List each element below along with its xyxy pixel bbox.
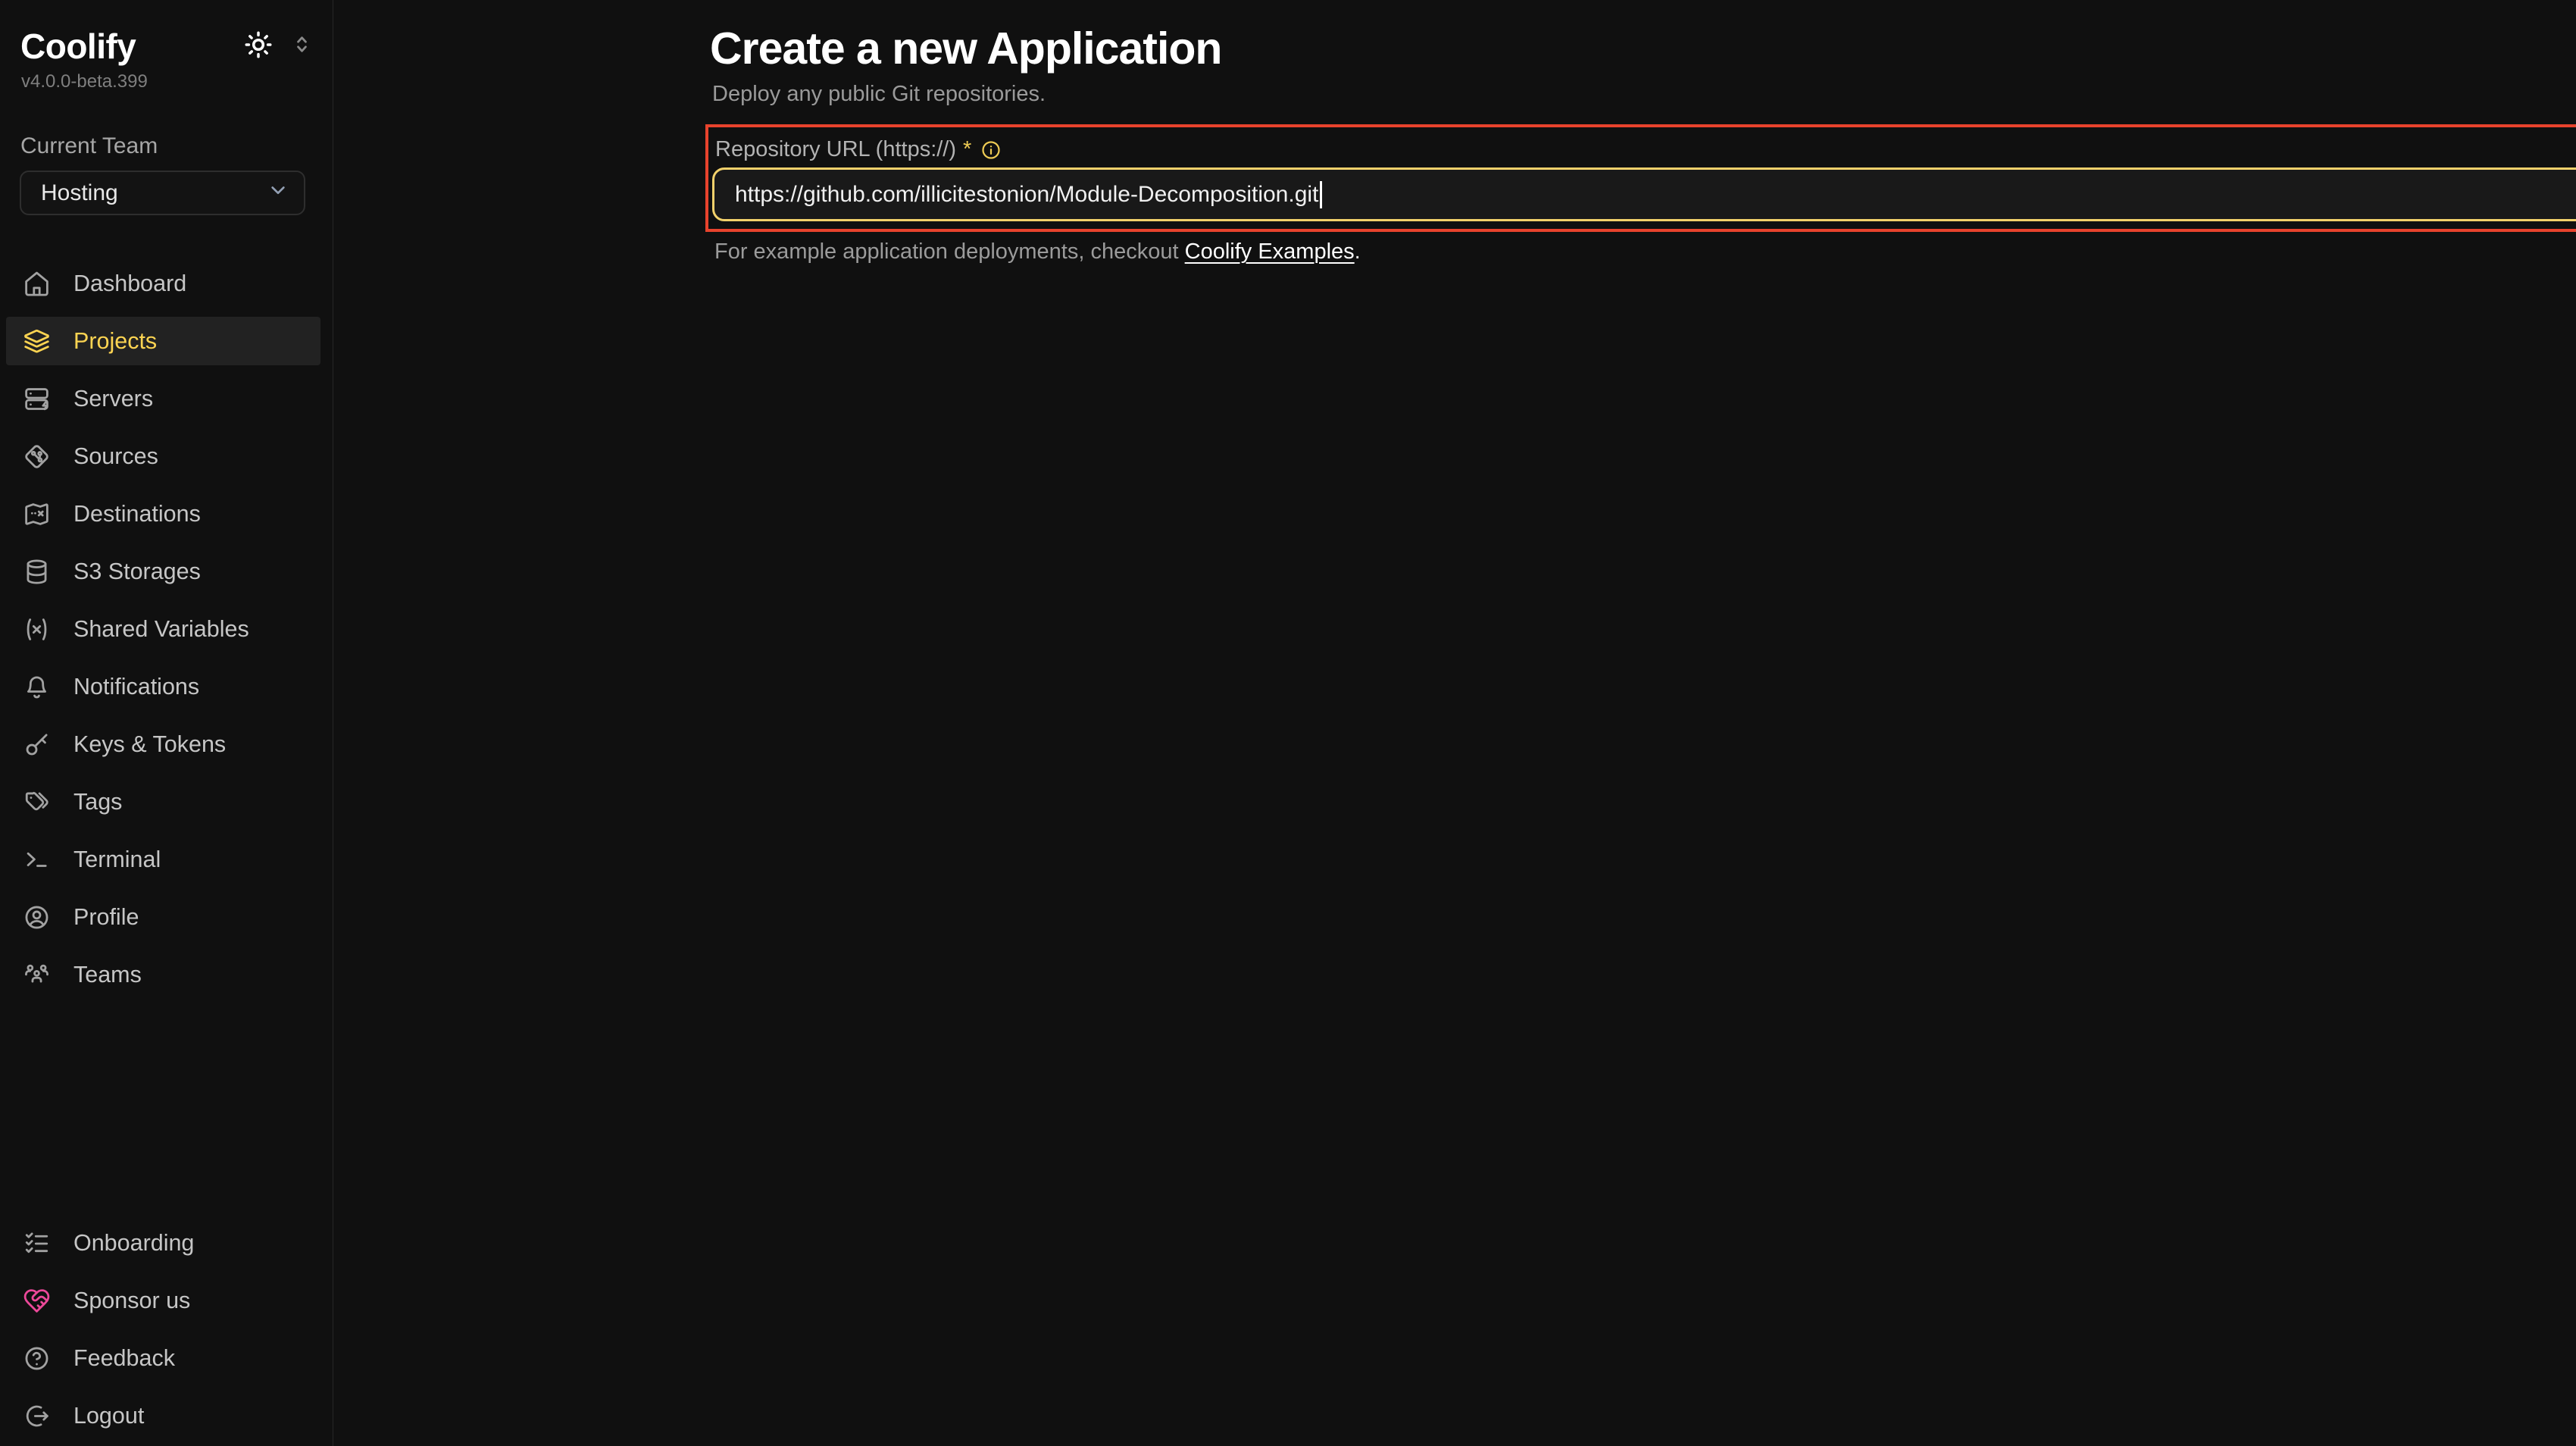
sidebar-item-label: Notifications (73, 674, 199, 700)
info-circle-icon (980, 139, 1002, 161)
sidebar-item-teams[interactable]: Teams (6, 950, 320, 999)
sidebar-item-label: Sponsor us (73, 1288, 190, 1314)
sidebar-item-label: Shared Variables (73, 616, 249, 643)
app-logo[interactable]: Coolify (20, 26, 136, 67)
tags-icon (23, 788, 51, 816)
coolify-app-window: Coolify v4.0.0-beta.399 Current Team Hos… (0, 0, 2576, 1446)
terminal-icon (23, 846, 51, 874)
sidebar-item-label: S3 Storages (73, 559, 201, 585)
users-group-icon (23, 961, 51, 989)
current-team-label: Current Team (20, 133, 333, 159)
repository-url-input[interactable]: https://github.com/illicitestonion/Modul… (712, 167, 2576, 221)
chevron-down-icon (266, 178, 290, 202)
page-title: Create a new Application (710, 23, 1221, 74)
chevron-down-icon (266, 178, 290, 208)
helper-text: For example application deployments, che… (714, 239, 1361, 264)
repository-url-label-row: Repository URL (https://) * (715, 137, 1002, 162)
list-checks-icon (23, 1229, 51, 1257)
sidebar-item-notifications[interactable]: Notifications (6, 662, 320, 711)
sun-icon (242, 29, 274, 61)
map-x-icon (23, 500, 51, 528)
sidebar-item-dashboard[interactable]: Dashboard (6, 259, 320, 308)
sidebar-item-terminal[interactable]: Terminal (6, 835, 320, 884)
helper-prefix: For example application deployments, che… (714, 239, 1185, 264)
heart-handshake-icon (23, 1287, 51, 1315)
user-circle-icon (23, 903, 51, 931)
sidebar-item-label: Projects (73, 328, 157, 355)
sidebar-item-label: Feedback (73, 1345, 175, 1372)
sidebar-item-sponsor-us[interactable]: Sponsor us (6, 1276, 320, 1325)
sidebar-item-tags[interactable]: Tags (6, 778, 320, 826)
team-select[interactable]: Hosting (20, 171, 305, 215)
bell-icon (23, 673, 51, 701)
sidebar-item-label: Dashboard (73, 271, 186, 297)
sidebar-spacer (0, 999, 333, 1219)
required-asterisk: * (963, 137, 971, 162)
layers-icon (23, 327, 51, 355)
sidebar-item-label: Terminal (73, 847, 161, 873)
sidebar-item-feedback[interactable]: Feedback (6, 1334, 320, 1382)
key-icon (23, 731, 51, 759)
coolify-examples-link[interactable]: Coolify Examples (1185, 239, 1355, 264)
sidebar-item-label: Servers (73, 386, 153, 412)
page-subtitle: Deploy any public Git repositories. (712, 82, 1046, 107)
sidebar-footer-nav: Onboarding Sponsor us Feedback Logout (0, 1219, 333, 1440)
sidebar-item-profile[interactable]: Profile (6, 893, 320, 941)
theme-sun-icon[interactable] (242, 29, 274, 64)
repository-url-value: https://github.com/illicitestonion/Modul… (735, 182, 1318, 208)
database-icon (23, 558, 51, 586)
repository-url-label: Repository URL (https://) (715, 137, 956, 162)
sidebar-header-icons (242, 29, 314, 64)
sidebar-item-projects[interactable]: Projects (6, 317, 320, 365)
help-circle-icon (23, 1344, 51, 1372)
sidebar-item-label: Profile (73, 904, 139, 931)
chevrons-up-down-icon (289, 32, 314, 57)
team-select-value: Hosting (41, 180, 118, 206)
helper-period: . (1355, 239, 1361, 264)
sidebar-item-label: Onboarding (73, 1230, 194, 1257)
sidebar-nav: Dashboard Projects Servers Sources Destinati… (0, 259, 333, 999)
app-version: v4.0.0-beta.399 (0, 71, 333, 92)
server-icon (23, 385, 51, 413)
sidebar-item-sources[interactable]: Sources (6, 432, 320, 480)
text-cursor (1320, 181, 1322, 208)
home-icon (23, 270, 51, 298)
chevrons-up-down-icon[interactable] (289, 32, 314, 61)
sidebar-item-label: Keys & Tokens (73, 731, 226, 758)
info-icon[interactable] (971, 139, 1002, 161)
sidebar-item-keys-tokens[interactable]: Keys & Tokens (6, 720, 320, 768)
sidebar-item-servers[interactable]: Servers (6, 374, 320, 423)
sidebar-item-label: Tags (73, 789, 122, 815)
sidebar: Coolify v4.0.0-beta.399 Current Team Hos… (0, 0, 333, 1446)
sidebar-item-shared-variables[interactable]: Shared Variables (6, 605, 320, 653)
git-diamond-icon (23, 443, 51, 471)
sidebar-header: Coolify (0, 0, 333, 67)
main-content: Create a new Application Deploy any publ… (333, 0, 2576, 1446)
sidebar-item-onboarding[interactable]: Onboarding (6, 1219, 320, 1267)
sidebar-item-destinations[interactable]: Destinations (6, 490, 320, 538)
logout-icon (23, 1402, 51, 1430)
sidebar-item-logout[interactable]: Logout (6, 1391, 320, 1440)
sidebar-item-label: Destinations (73, 501, 201, 527)
variable-icon (23, 615, 51, 643)
sidebar-item-label: Sources (73, 443, 158, 470)
sidebar-item-label: Logout (73, 1403, 144, 1429)
sidebar-item-label: Teams (73, 962, 142, 988)
sidebar-item-s3-storages[interactable]: S3 Storages (6, 547, 320, 596)
